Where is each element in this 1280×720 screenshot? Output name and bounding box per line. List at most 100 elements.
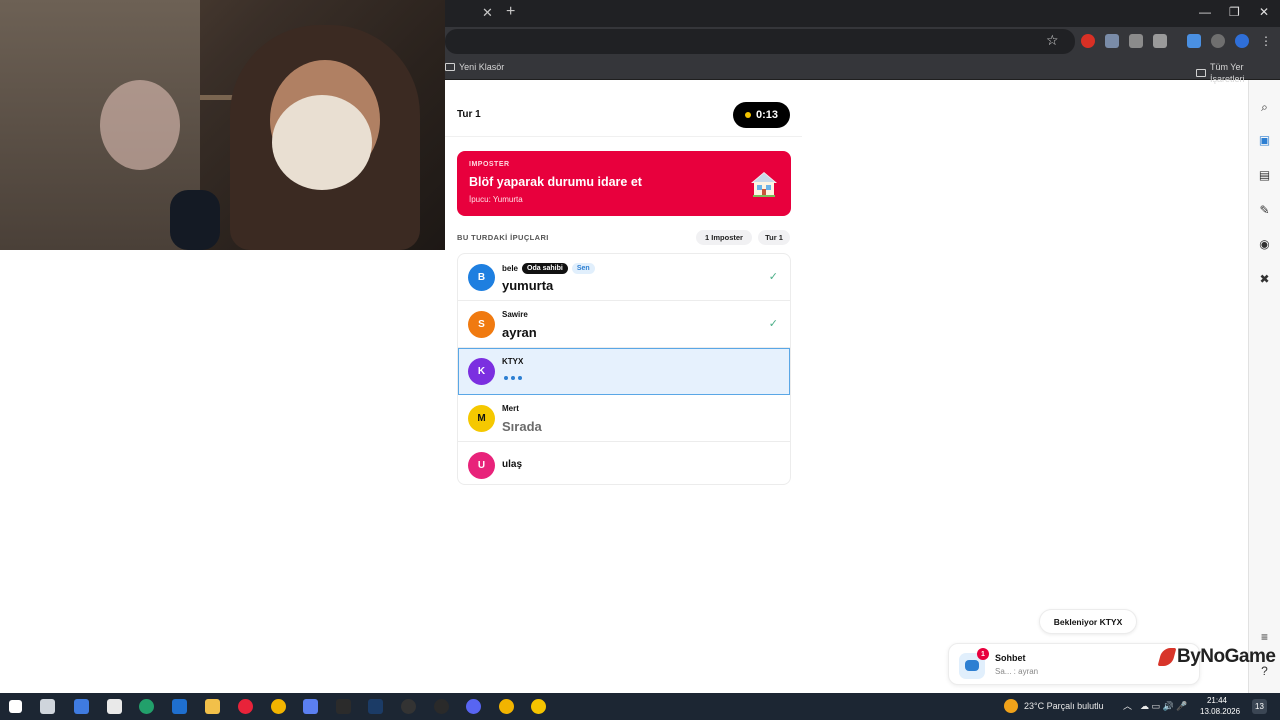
search-icon[interactable]: ⌕ [1258, 101, 1271, 114]
role-card: IMPOSTER Blöf yaparak durumu idare et İp… [457, 151, 791, 216]
check-icon: ✓ [768, 318, 778, 330]
chat-icon[interactable]: ▣ [1258, 134, 1271, 147]
copilot-icon[interactable] [74, 699, 89, 714]
restore-icon[interactable]: ❐ [1229, 5, 1240, 19]
bookmark-label: Yeni Klasör [459, 62, 505, 72]
address-bar[interactable] [445, 29, 1075, 54]
epic-games-icon[interactable] [336, 699, 351, 714]
settings-sliders-icon[interactable]: ≡ [1258, 631, 1271, 644]
bookmark-star-icon[interactable]: ☆ [1046, 33, 1059, 47]
timer-badge: 0:13 [733, 102, 790, 128]
chrome-icon[interactable] [499, 699, 514, 714]
avatar: U [468, 452, 495, 479]
file-explorer-icon[interactable] [205, 699, 220, 714]
player-name: ulaş [502, 459, 523, 470]
weather-icon[interactable] [1004, 699, 1018, 713]
clues-title: BU TURDAKİ İPUÇLARI [457, 233, 549, 242]
outlook-icon[interactable] [172, 699, 187, 714]
app-icon[interactable] [434, 699, 449, 714]
player-clue: yumurta [502, 278, 554, 293]
imposter-count-badge: 1 Imposter [696, 230, 752, 245]
puzzle-icon[interactable] [1153, 34, 1167, 48]
notes-icon[interactable]: ▤ [1258, 169, 1271, 182]
role-tag: IMPOSTER [469, 161, 510, 168]
unread-badge: 1 [977, 648, 989, 660]
round-badge: Tur 1 [758, 230, 790, 245]
chrome-icon[interactable] [271, 699, 286, 714]
windows-taskbar: 23°C Parçalı bulutlu ︿ ☁ ▭ 🔊 🎤 21:44 13.… [0, 693, 1280, 720]
tray-icons[interactable]: ☁ ▭ 🔊 🎤 [1140, 700, 1187, 712]
profile-icon[interactable] [1211, 34, 1225, 48]
logo-mark-icon [1157, 648, 1177, 666]
bookmark-folder[interactable]: Yeni Klasör [445, 61, 504, 73]
clues-header: BU TURDAKİ İPUÇLARI 1 Imposter Tur 1 [457, 230, 791, 246]
player-row: S Sawire ayran ✓ [458, 301, 790, 348]
copilot-app-icon[interactable] [303, 699, 318, 714]
timer-value: 0:13 [755, 109, 779, 121]
active-app-icon[interactable] [531, 699, 546, 714]
player-name: Mert [502, 404, 519, 413]
edge-icon[interactable] [139, 699, 154, 714]
browser-side-panel: ⌕ ▣ ▤ ✎ ◉ ✖ ≡ ? [1248, 80, 1280, 693]
webcam-teddy-bear [272, 95, 372, 190]
notification-icon[interactable]: 13 [1252, 699, 1267, 714]
obs-icon[interactable] [401, 699, 416, 714]
opera-icon[interactable] [238, 699, 253, 714]
folder-icon [445, 63, 455, 71]
chat-title: Sohbet [995, 653, 1026, 663]
store-icon[interactable] [107, 699, 122, 714]
player-name: KTYX [502, 357, 524, 366]
typing-indicator-icon [504, 376, 522, 380]
tools-icon[interactable]: ✖ [1258, 273, 1271, 286]
avatar: S [468, 311, 495, 338]
window-close-icon[interactable]: ✕ [1259, 5, 1269, 19]
house-icon [751, 172, 777, 197]
timer-dot-icon [744, 112, 751, 118]
screen: ✕ + — ❐ ✕ ☆ ⋮ Yeni Klasör Tüm Yer İşaret… [0, 0, 1280, 720]
player-name-line: bele Oda sahibi Sen [502, 263, 595, 274]
extension-icon[interactable] [1105, 34, 1119, 48]
extension-icon[interactable] [1081, 34, 1095, 48]
waiting-pill: Bekleniyor KTYX [1039, 609, 1137, 634]
avatar: B [468, 264, 495, 291]
shield-icon[interactable] [1235, 34, 1249, 48]
weather-text[interactable]: 23°C Parçalı bulutlu [1024, 700, 1104, 712]
clock-date: 13.08.2026 [1200, 707, 1241, 716]
clock[interactable]: 21:44 13.08.2026 [1200, 695, 1241, 717]
player-name: bele [502, 264, 519, 273]
player-row: U ulaş [458, 442, 790, 484]
close-tab-icon[interactable]: ✕ [482, 6, 493, 20]
tray-chevron-icon[interactable]: ︿ [1123, 700, 1132, 712]
minimize-icon[interactable]: — [1199, 5, 1211, 19]
player-clue: ayran [502, 325, 537, 340]
new-tab-icon[interactable]: + [506, 4, 515, 20]
player-row: M Mert Sırada [458, 395, 790, 442]
menu-icon[interactable]: ⋮ [1259, 34, 1273, 48]
folder-icon [1196, 69, 1206, 77]
game-header: Tur 1 0:13 [445, 80, 802, 137]
chat-preview: Sa... : ayran [995, 667, 1039, 676]
player-list: B bele Oda sahibi Sen yumurta ✓ S Sawire… [457, 253, 791, 485]
webcam-plush [100, 80, 180, 170]
webcam-overlay [0, 0, 445, 250]
player-row: B bele Oda sahibi Sen yumurta ✓ [458, 254, 790, 301]
you-badge: Sen [571, 263, 595, 274]
discord-icon[interactable] [466, 699, 481, 714]
watermark-text: ByNoGame [1177, 646, 1276, 667]
webcam-microphone [170, 190, 220, 250]
clock-time: 21:44 [1206, 696, 1228, 705]
check-icon: ✓ [768, 271, 778, 283]
edit-icon[interactable]: ✎ [1258, 204, 1271, 217]
player-name: Sawire [502, 310, 528, 319]
steam-icon[interactable] [368, 699, 383, 714]
sidebar-toggle-icon[interactable] [1187, 34, 1201, 48]
task-view-icon[interactable] [40, 699, 55, 714]
player-status: Sırada [502, 419, 542, 434]
round-title: Tur 1 [457, 109, 481, 120]
avatar: K [468, 358, 495, 385]
player-row-active: K KTYX [458, 348, 790, 395]
watermark-logo: ByNoGame [1157, 646, 1276, 668]
windows-start-icon[interactable] [9, 700, 22, 713]
extension-icon[interactable] [1129, 34, 1143, 48]
gamepad-icon[interactable]: ◉ [1258, 238, 1271, 251]
